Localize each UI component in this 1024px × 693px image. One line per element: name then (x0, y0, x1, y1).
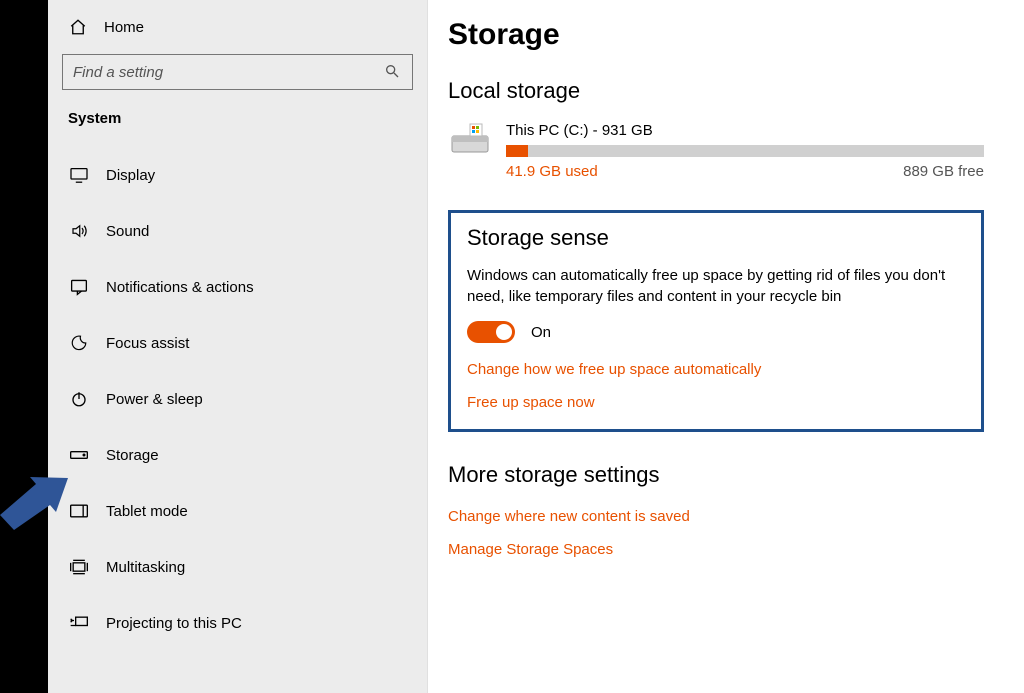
storage-icon (68, 449, 90, 461)
drive-row[interactable]: This PC (C:) - 931 GB 41.9 GB used 889 G… (448, 122, 984, 180)
drive-name: This PC (C:) - 931 GB (506, 122, 984, 139)
link-manage-storage-spaces[interactable]: Manage Storage Spaces (448, 541, 984, 558)
sidebar-section-label: System (48, 110, 427, 147)
tablet-mode-icon (68, 503, 90, 519)
storage-sense-toggle-label: On (531, 324, 551, 341)
drive-used-text: 41.9 GB used (506, 163, 598, 180)
storage-sense-heading: Storage sense (467, 225, 965, 251)
sidebar-item-label: Projecting to this PC (106, 615, 242, 632)
more-storage-heading: More storage settings (448, 462, 984, 488)
usage-bar (506, 145, 984, 157)
settings-sidebar: Home System Display (48, 0, 428, 693)
display-icon (68, 167, 90, 183)
storage-sense-box: Storage sense Windows can automatically … (448, 210, 984, 432)
notifications-icon (68, 278, 90, 296)
storage-sense-description: Windows can automatically free up space … (467, 265, 965, 307)
sidebar-item-label: Notifications & actions (106, 279, 254, 296)
projecting-icon (68, 615, 90, 631)
sidebar-item-label: Power & sleep (106, 391, 203, 408)
search-icon (384, 63, 402, 81)
content-pane: Storage Local storage This PC (C:) - 931… (428, 0, 1024, 693)
sidebar-item-notifications[interactable]: Notifications & actions (48, 259, 427, 315)
power-icon (68, 390, 90, 408)
local-storage-heading: Local storage (448, 78, 984, 104)
drive-body: This PC (C:) - 931 GB 41.9 GB used 889 G… (506, 122, 984, 180)
usage-bar-fill (506, 145, 528, 157)
sidebar-item-projecting[interactable]: Projecting to this PC (48, 595, 427, 651)
sidebar-item-focus-assist[interactable]: Focus assist (48, 315, 427, 371)
home-icon (68, 18, 88, 36)
sidebar-nav-list: Display Sound Notifications & actions (48, 147, 427, 651)
search-input[interactable] (73, 64, 384, 81)
link-free-up-now[interactable]: Free up space now (467, 394, 965, 411)
sidebar-item-sound[interactable]: Sound (48, 203, 427, 259)
storage-sense-toggle[interactable] (467, 321, 515, 343)
page-title: Storage (448, 18, 984, 52)
toggle-knob (496, 324, 512, 340)
sidebar-item-label: Display (106, 167, 155, 184)
sidebar-item-multitasking[interactable]: Multitasking (48, 539, 427, 595)
search-box[interactable] (62, 54, 413, 90)
sidebar-item-label: Sound (106, 223, 149, 240)
drive-free-text: 889 GB free (903, 163, 984, 180)
sound-icon (68, 222, 90, 240)
sidebar-item-storage[interactable]: Storage (48, 427, 427, 483)
link-change-auto-free[interactable]: Change how we free up space automaticall… (467, 361, 965, 378)
sidebar-item-label: Multitasking (106, 559, 185, 576)
left-black-strip (0, 0, 48, 693)
sidebar-item-tablet-mode[interactable]: Tablet mode (48, 483, 427, 539)
sidebar-home-label: Home (104, 19, 144, 36)
sidebar-item-label: Tablet mode (106, 503, 188, 520)
drive-icon (448, 122, 492, 158)
sidebar-item-label: Focus assist (106, 335, 189, 352)
multitasking-icon (68, 558, 90, 576)
link-change-where-saved[interactable]: Change where new content is saved (448, 508, 984, 525)
sidebar-home[interactable]: Home (48, 14, 427, 54)
focus-assist-icon (68, 334, 90, 352)
sidebar-item-label: Storage (106, 447, 159, 464)
sidebar-item-display[interactable]: Display (48, 147, 427, 203)
sidebar-item-power-sleep[interactable]: Power & sleep (48, 371, 427, 427)
